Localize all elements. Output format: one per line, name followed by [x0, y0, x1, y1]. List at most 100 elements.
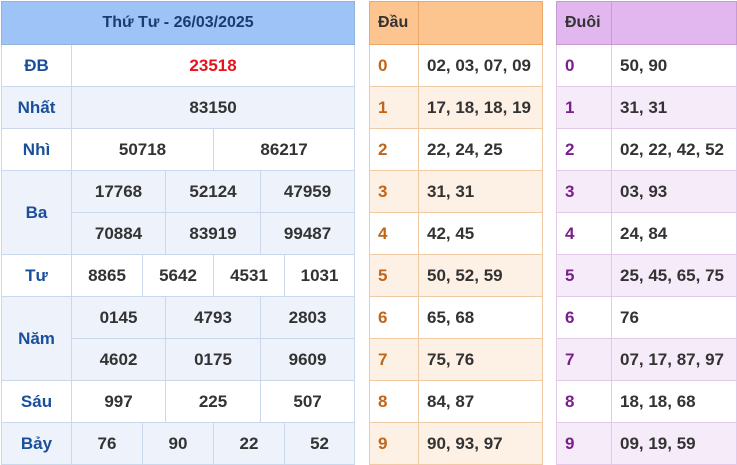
- table-row: 3 31, 31: [369, 170, 543, 213]
- table-row: Năm 0145 4793 2803: [1, 296, 356, 381]
- duoi-value: 50, 90: [611, 44, 737, 87]
- prize-value: 507: [259, 380, 356, 423]
- table-row: Nhất 83150: [1, 86, 356, 129]
- duoi-table: Đuôi 0 50, 90 1 31, 31 2 02, 22, 42, 52 3 03…: [556, 1, 737, 465]
- table-row: Tư 8865 5642 4531 1031: [1, 254, 356, 297]
- prize-label: Nhất: [1, 86, 72, 129]
- duoi-value: 03, 93: [611, 170, 737, 213]
- duoi-header-blank: [611, 1, 737, 45]
- dau-key: 3: [369, 170, 419, 213]
- prize-label: Bảy: [1, 422, 72, 465]
- dau-header: Đầu: [369, 1, 419, 45]
- table-row: 4 42, 45: [369, 212, 543, 255]
- dau-key: 2: [369, 128, 419, 171]
- table-row: 9 90, 93, 97: [369, 422, 543, 465]
- duoi-key: 0: [556, 44, 612, 87]
- duoi-header: Đuôi: [556, 1, 612, 45]
- table-row: 5 50, 52, 59: [369, 254, 543, 297]
- table-row: 1 17, 18, 18, 19: [369, 86, 543, 129]
- prize-value: 22: [213, 422, 285, 465]
- table-row: 0 50, 90: [556, 44, 737, 87]
- duoi-key: 8: [556, 380, 612, 423]
- dau-panel: Đầu 0 02, 03, 07, 09 1 17, 18, 18, 19 2 22,…: [369, 1, 543, 465]
- prize-value: 52: [283, 422, 356, 465]
- duoi-value: 18, 18, 68: [611, 380, 737, 423]
- dau-key: 8: [369, 380, 419, 423]
- duoi-panel: Đuôi 0 50, 90 1 31, 31 2 02, 22, 42, 52 3 03…: [556, 1, 737, 465]
- prize-value: 70884: [71, 212, 166, 255]
- duoi-key: 7: [556, 338, 612, 381]
- duoi-value: 25, 45, 65, 75: [611, 254, 737, 297]
- duoi-value: 09, 19, 59: [611, 422, 737, 465]
- prize-value: 50718: [71, 128, 214, 171]
- duoi-value: 31, 31: [611, 86, 737, 129]
- table-row: 5 25, 45, 65, 75: [556, 254, 737, 297]
- duoi-key: 4: [556, 212, 612, 255]
- prize-label: Năm: [1, 296, 72, 381]
- prize-value: 0175: [165, 338, 261, 381]
- prize-value: 2803: [259, 296, 356, 339]
- table-row: 7 07, 17, 87, 97: [556, 338, 737, 381]
- dau-key: 6: [369, 296, 419, 339]
- table-row: 7 75, 76: [369, 338, 543, 381]
- prize-value: 1031: [283, 254, 356, 297]
- results-title: Thứ Tư - 26/03/2025: [0, 1, 356, 45]
- dau-value: 50, 52, 59: [418, 254, 543, 297]
- prize-label: Nhì: [1, 128, 72, 171]
- dau-key: 9: [369, 422, 419, 465]
- prize-value: 4531: [213, 254, 285, 297]
- duoi-key: 3: [556, 170, 612, 213]
- prize-value: 225: [165, 380, 261, 423]
- prize-value: 76: [71, 422, 143, 465]
- prize-value: 4602: [71, 338, 166, 381]
- table-row: Bảy 76 90 22 52: [1, 422, 356, 465]
- table-row: 9 09, 19, 59: [556, 422, 737, 465]
- dau-value: 42, 45: [418, 212, 543, 255]
- table-row: 2 22, 24, 25: [369, 128, 543, 171]
- results-table: Thứ Tư - 26/03/2025 ĐB 23518 Nhất 83150 …: [0, 1, 356, 465]
- duoi-value: 07, 17, 87, 97: [611, 338, 737, 381]
- duoi-value: 02, 22, 42, 52: [611, 128, 737, 171]
- prize-value: 0145: [71, 296, 166, 339]
- dau-value: 02, 03, 07, 09: [418, 44, 543, 87]
- prize-value: 52124: [165, 170, 261, 213]
- duoi-key: 6: [556, 296, 612, 339]
- duoi-value: 24, 84: [611, 212, 737, 255]
- prize-label: Tư: [1, 254, 72, 297]
- prize-value: 5642: [142, 254, 214, 297]
- prize-value: 86217: [212, 128, 356, 171]
- duoi-key: 2: [556, 128, 612, 171]
- table-row: ĐB 23518: [1, 44, 356, 87]
- prize-value: 90: [142, 422, 214, 465]
- prize-value: 17768: [71, 170, 166, 213]
- dau-value: 22, 24, 25: [418, 128, 543, 171]
- dau-key: 7: [369, 338, 419, 381]
- prize-value: 997: [71, 380, 166, 423]
- prize-value: 9609: [259, 338, 356, 381]
- table-row: 6 76: [556, 296, 737, 339]
- dau-value: 17, 18, 18, 19: [418, 86, 543, 129]
- table-row: Nhì 50718 86217: [1, 128, 356, 171]
- dau-value: 65, 68: [418, 296, 543, 339]
- prize-label: Ba: [1, 170, 72, 255]
- table-row: 3 03, 93: [556, 170, 737, 213]
- dau-key: 5: [369, 254, 419, 297]
- table-row: 1 31, 31: [556, 86, 737, 129]
- results-panel: Thứ Tư - 26/03/2025 ĐB 23518 Nhất 83150 …: [0, 1, 356, 465]
- table-row: 6 65, 68: [369, 296, 543, 339]
- prize-value: 83150: [70, 86, 356, 129]
- prize-label: ĐB: [1, 44, 72, 87]
- prize-label: Sáu: [1, 380, 72, 423]
- special-prize-value: 23518: [70, 44, 356, 87]
- table-row: Ba 17768 52124 47959: [1, 170, 356, 255]
- prize-value: 8865: [71, 254, 143, 297]
- dau-value: 84, 87: [418, 380, 543, 423]
- prize-value: 83919: [165, 212, 261, 255]
- dau-key: 1: [369, 86, 419, 129]
- table-row: 8 18, 18, 68: [556, 380, 737, 423]
- dau-key: 4: [369, 212, 419, 255]
- duoi-value: 76: [611, 296, 737, 339]
- table-row: 2 02, 22, 42, 52: [556, 128, 737, 171]
- duoi-key: 9: [556, 422, 612, 465]
- dau-value: 31, 31: [418, 170, 543, 213]
